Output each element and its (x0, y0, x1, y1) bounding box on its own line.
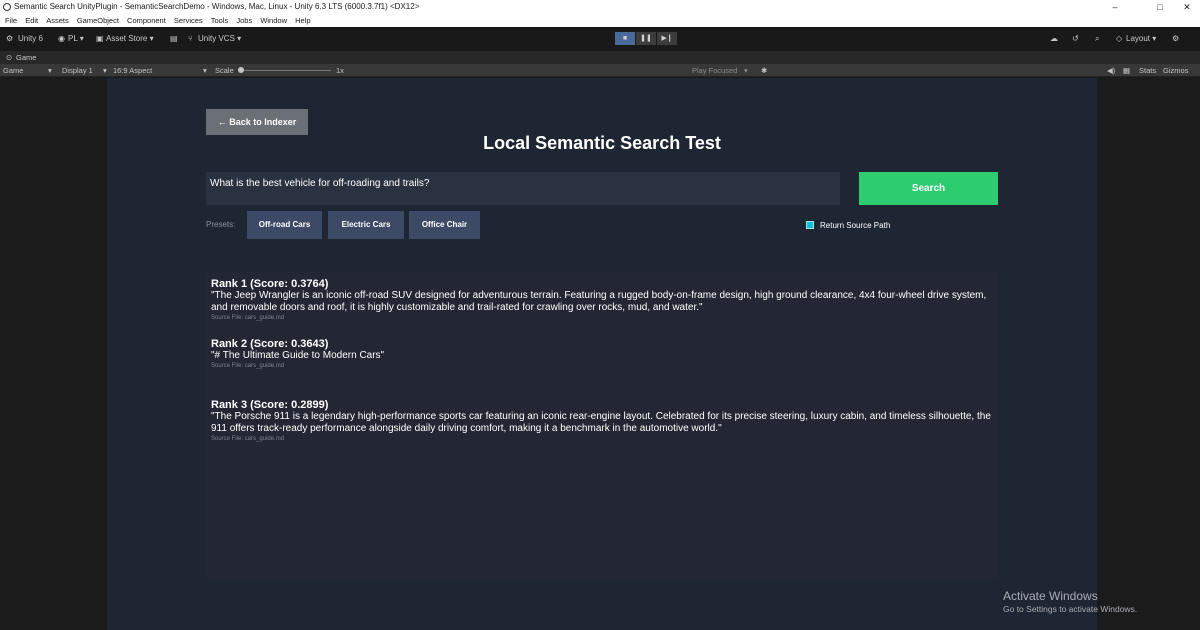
display-dropdown[interactable]: Display 1 (62, 64, 93, 77)
preset-electric-cars-button[interactable]: Electric Cars (328, 211, 404, 239)
search-button[interactable]: Search (859, 172, 998, 205)
result-text: "The Porsche 911 is a legendary high-per… (211, 411, 991, 434)
step-icon[interactable]: ▶❙ (657, 32, 677, 45)
history-icon[interactable]: ↺ (1072, 27, 1079, 51)
menu-file[interactable]: File (5, 14, 17, 27)
chevron-down-icon: ▾ (203, 66, 207, 75)
return-source-path-label: Return Source Path (820, 221, 891, 230)
preset-office-chair-button[interactable]: Office Chair (409, 211, 480, 239)
unity-account-icon: ⚙ (6, 34, 14, 43)
account-button[interactable]: PL ▾ (68, 27, 84, 51)
vcs-icon: ⑂ (188, 34, 193, 43)
play-focused-dropdown[interactable]: Play Focused (692, 64, 737, 77)
activate-windows-title: Activate Windows (1003, 589, 1098, 603)
menu-gameobject[interactable]: GameObject (77, 14, 119, 27)
tab-game[interactable]: Game (16, 51, 36, 64)
play-icon[interactable]: ■ (615, 32, 635, 45)
stats-button[interactable]: Stats (1139, 64, 1156, 77)
package-icon[interactable]: ▤ (170, 27, 178, 51)
speaker-icon[interactable]: ◀) (1107, 64, 1115, 77)
result-rank: Rank 1 (Score: 0.3764) (211, 278, 329, 290)
window-title: Semantic Search UnityPlugin - SemanticSe… (14, 2, 420, 11)
keyboard-icon[interactable]: ▦ (1123, 64, 1130, 77)
menu-help[interactable]: Help (295, 14, 310, 27)
vcs-button[interactable]: Unity VCS ▾ (198, 27, 241, 51)
chevron-down-icon: ▾ (48, 66, 52, 75)
results-panel[interactable]: Rank 1 (Score: 0.3764) "The Jeep Wrangle… (206, 272, 998, 578)
menu-component[interactable]: Component (127, 14, 166, 27)
unity-logo-icon (3, 3, 11, 11)
menu-edit[interactable]: Edit (25, 14, 38, 27)
layers-icon: ◇ (1116, 34, 1123, 43)
result-item: Rank 2 (Score: 0.3643) "# The Ultimate G… (211, 338, 991, 370)
scale-label: Scale (215, 66, 234, 75)
asset-store-button[interactable]: Asset Store ▾ (106, 27, 154, 51)
pause-icon[interactable]: ❚❚ (636, 32, 656, 45)
result-source: Source File: cars_guide.md (211, 363, 285, 369)
page-title: Local Semantic Search Test (483, 133, 721, 153)
result-source: Source File: cars_guide.md (211, 436, 285, 442)
game-tab-strip: ⊙ Game (0, 51, 1200, 64)
chevron-down-icon: ▾ (744, 66, 748, 75)
presets-label: Presets: (206, 220, 236, 229)
menu-bar: File Edit Assets GameObject Component Se… (0, 14, 1200, 27)
menu-assets[interactable]: Assets (46, 14, 69, 27)
account-icon: ◉ (58, 34, 65, 43)
bug-icon[interactable]: ✱ (761, 64, 767, 77)
activate-windows-subtitle: Go to Settings to activate Windows. (1003, 604, 1138, 614)
scale-slider-handle[interactable] (238, 67, 244, 73)
result-source: Source File: cars_guide.md (211, 315, 285, 321)
main-toolbar: ⚙ Unity 6 ◉ PL ▾ ▣ Asset Store ▾ ▤ ⑂ Uni… (0, 27, 1200, 51)
result-rank: Rank 3 (Score: 0.2899) (211, 399, 329, 411)
cloud-icon[interactable]: ☁ (1050, 27, 1058, 51)
gizmos-button[interactable]: Gizmos (1163, 64, 1188, 77)
close-button[interactable]: ✕ (1172, 0, 1200, 14)
gamepad-icon: ⊙ (6, 53, 13, 62)
game-view-dropdown[interactable]: Game (3, 64, 23, 77)
result-item: Rank 3 (Score: 0.2899) "The Porsche 911 … (211, 399, 991, 443)
search-input[interactable]: What is the best vehicle for off-roading… (206, 172, 840, 205)
result-item: Rank 1 (Score: 0.3764) "The Jeep Wrangle… (211, 278, 991, 322)
result-text: "# The Ultimate Guide to Modern Cars" (211, 350, 385, 361)
menu-services[interactable]: Services (174, 14, 203, 27)
game-view-toolbar: Game ▾ Display 1 ▾ 16:9 Aspect ▾ Scale 1… (0, 64, 1200, 77)
aspect-dropdown[interactable]: 16:9 Aspect (113, 64, 152, 77)
menu-tools[interactable]: Tools (211, 14, 229, 27)
menu-window[interactable]: Window (260, 14, 287, 27)
search-icon[interactable]: ⌕ (1095, 27, 1099, 51)
chevron-down-icon: ▾ (103, 66, 107, 75)
menu-jobs[interactable]: Jobs (236, 14, 252, 27)
scale-value: 1x (336, 66, 344, 75)
play-controls: ■ ❚❚ ▶❙ (615, 32, 677, 46)
result-rank: Rank 2 (Score: 0.3643) (211, 338, 329, 350)
window-titlebar: Semantic Search UnityPlugin - SemanticSe… (0, 0, 1200, 14)
unity-version-button[interactable]: Unity 6 (18, 27, 43, 51)
preset-offroad-cars-button[interactable]: Off-road Cars (247, 211, 322, 239)
scale-slider-track[interactable] (241, 70, 331, 71)
back-to-indexer-button[interactable]: ← Back to Indexer (206, 109, 308, 135)
result-text: "The Jeep Wrangler is an iconic off-road… (211, 290, 987, 313)
settings-icon[interactable]: ⚙ (1172, 27, 1179, 51)
asset-store-icon: ▣ (96, 34, 104, 43)
return-source-path-checkbox[interactable] (806, 221, 814, 229)
maximize-button[interactable]: □ (1145, 0, 1175, 14)
layout-dropdown[interactable]: Layout ▾ (1126, 27, 1156, 51)
minimize-button[interactable]: – (1100, 0, 1130, 14)
